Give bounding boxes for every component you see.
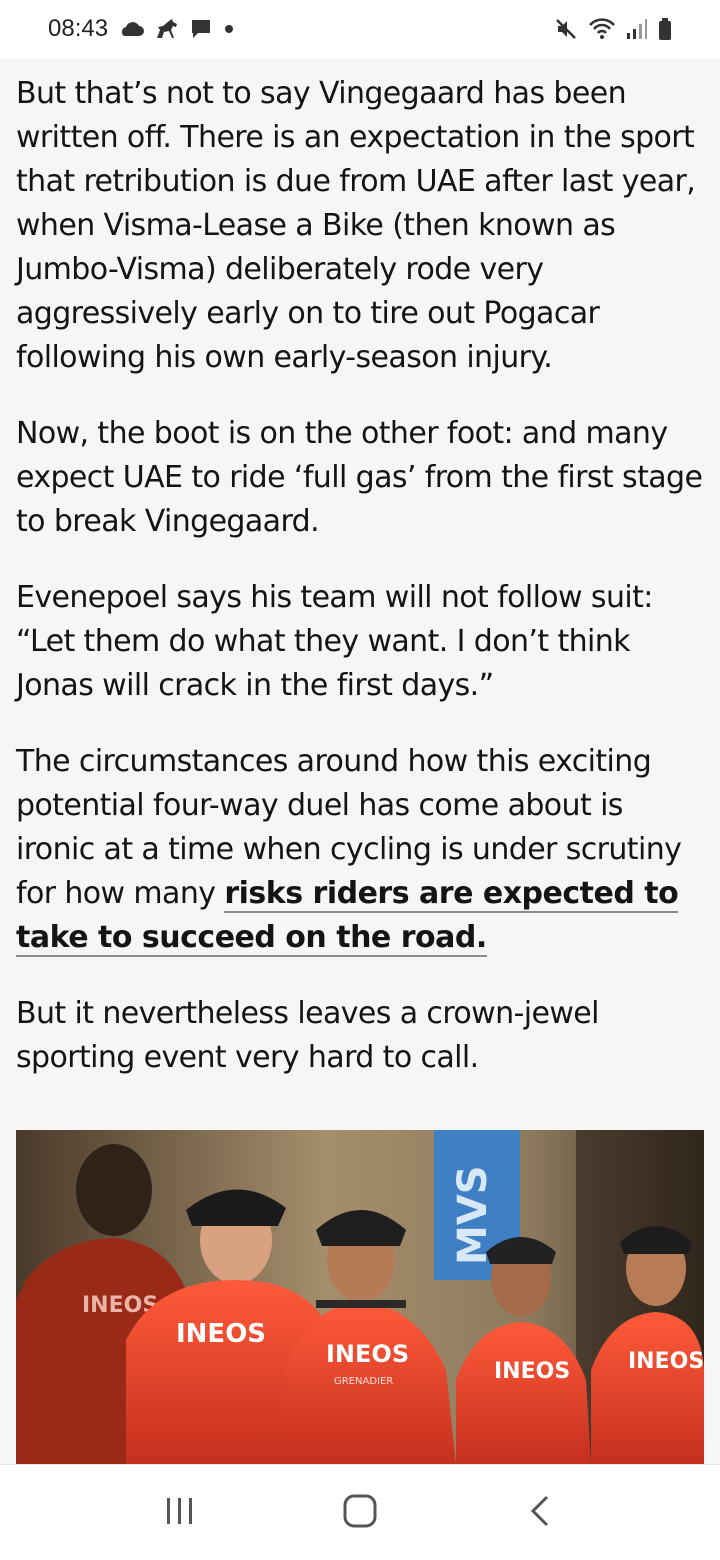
jersey-text: INEOS	[494, 1359, 570, 1384]
jersey-text: INEOS	[326, 1340, 409, 1368]
article-paragraph: Now, the boot is on the other foot: and …	[16, 416, 703, 539]
cloud-icon	[118, 21, 145, 37]
article-paragraph-with-link: The circumstances around how this exciti…	[16, 740, 706, 960]
system-nav-bar	[0, 1464, 720, 1560]
cyclists-photo-illustration: MVS INEOS INEOS INEOS GRENADIER INEOS IN…	[16, 1130, 704, 1464]
battery-icon	[658, 17, 672, 41]
jersey-text: INEOS	[628, 1349, 704, 1374]
back-icon	[525, 1493, 555, 1533]
jersey-subtext: GRENADIER	[334, 1376, 393, 1387]
horse-icon	[154, 18, 180, 40]
recent-apps-button[interactable]	[150, 1483, 210, 1543]
recent-apps-icon	[163, 1494, 197, 1532]
home-icon	[341, 1492, 379, 1534]
chat-icon	[190, 18, 212, 40]
article-paragraph: Evenepoel says his team will not follow …	[16, 580, 653, 703]
article-body: But that’s not to say Vingegaard has bee…	[16, 72, 706, 1112]
signal-icon	[626, 18, 648, 40]
article-photo[interactable]: MVS INEOS INEOS INEOS GRENADIER INEOS IN…	[16, 1130, 704, 1464]
status-bar: 08:43	[0, 0, 720, 58]
article-paragraph: But it nevertheless leaves a crown-jewel…	[16, 996, 599, 1075]
wifi-icon	[588, 18, 616, 40]
status-left: 08:43	[48, 15, 236, 43]
status-time: 08:43	[48, 15, 109, 42]
back-button[interactable]	[510, 1483, 570, 1543]
status-right	[554, 17, 672, 41]
home-button[interactable]	[330, 1483, 390, 1543]
article-paragraph: But that’s not to say Vingegaard has bee…	[16, 76, 696, 375]
dot-icon	[222, 22, 236, 36]
mute-icon	[554, 17, 578, 41]
jersey-text: INEOS	[176, 1319, 266, 1349]
